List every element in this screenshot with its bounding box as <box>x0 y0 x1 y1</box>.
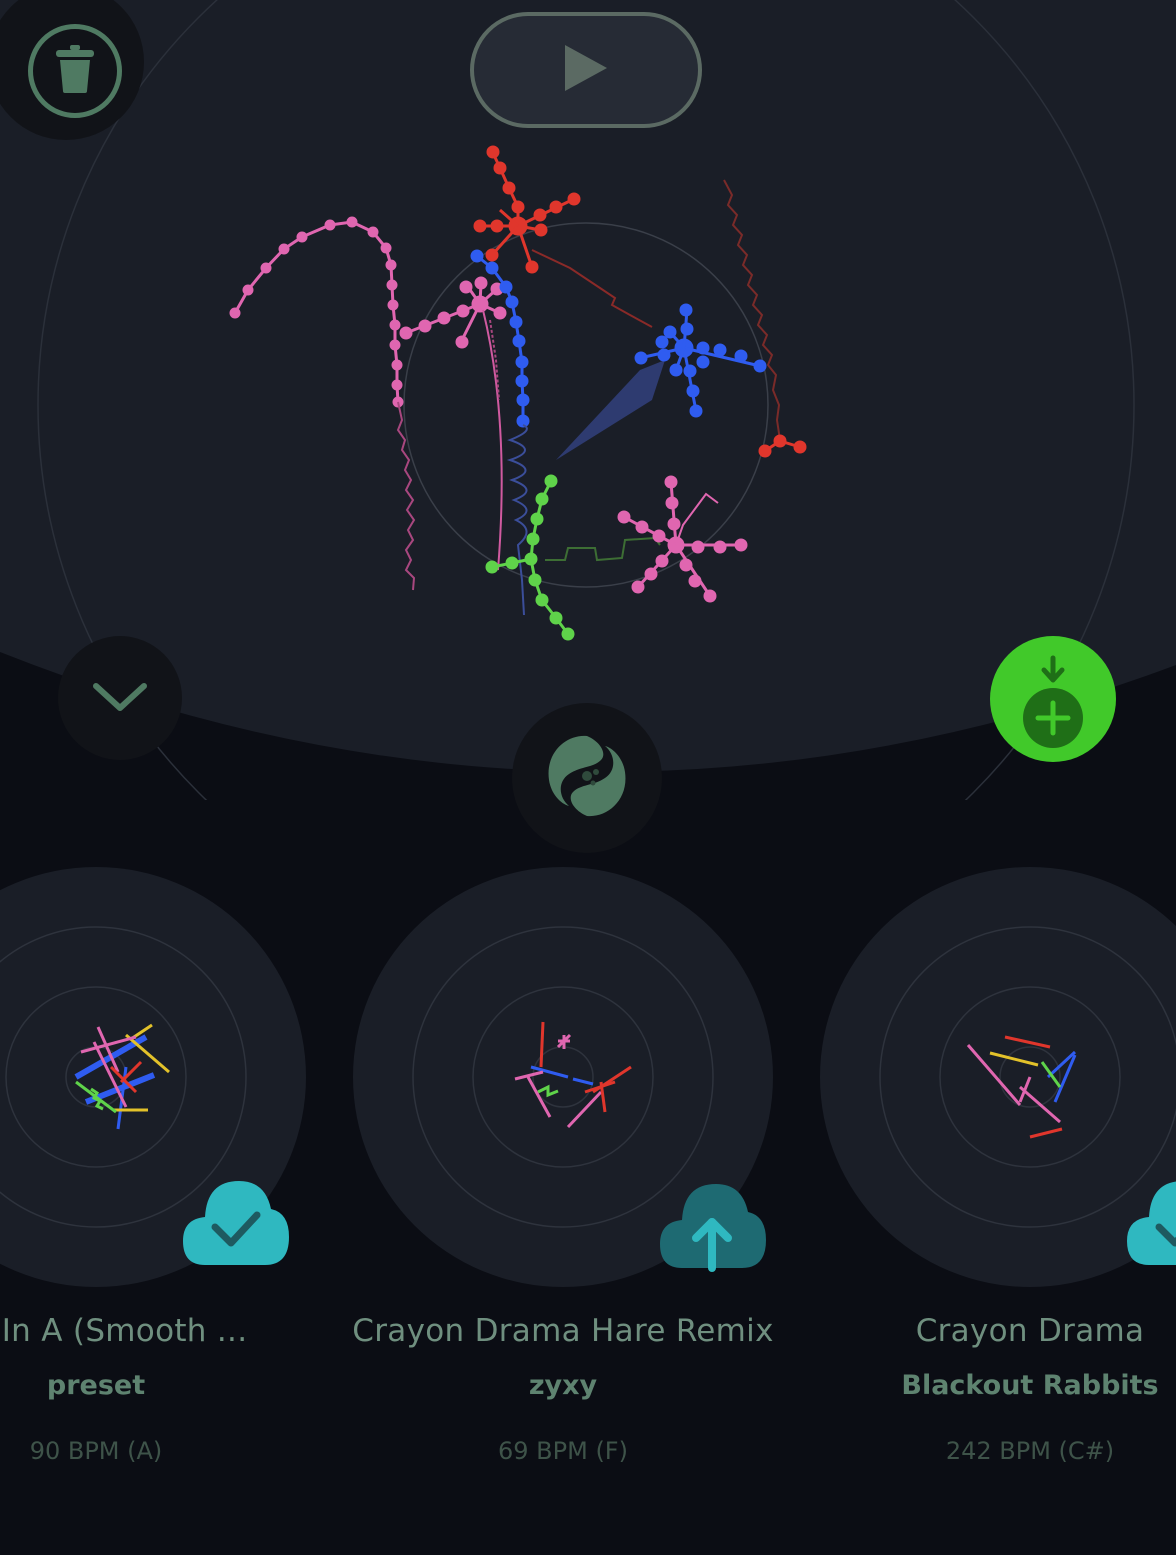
trash-icon <box>56 45 94 97</box>
cloud-check-icon <box>181 1181 291 1273</box>
cloud-upload-icon <box>658 1184 768 1276</box>
cloud-status-button[interactable] <box>658 1182 768 1272</box>
pattern-title: ms In A (Smooth ... <box>0 1313 248 1349</box>
cloud-check-icon <box>1125 1181 1176 1273</box>
pattern-author: zyxy <box>528 1370 598 1401</box>
pattern-title: Crayon Drama Hare Remix <box>352 1313 774 1349</box>
pattern-author: preset <box>46 1370 146 1401</box>
collapse-button[interactable] <box>58 636 182 760</box>
cloud-status-button[interactable] <box>1125 1179 1176 1269</box>
cloud-status-button[interactable] <box>181 1179 291 1269</box>
brand-logo-button[interactable] <box>512 703 662 853</box>
app-root: ms In A (Smooth ... preset 90 BPM (A) <box>0 0 1176 1555</box>
pattern-thumbnail[interactable] <box>820 867 1176 1287</box>
play-icon <box>563 43 609 97</box>
pattern-bpm: 69 BPM (F) <box>498 1437 628 1465</box>
pattern-title: Crayon Drama <box>915 1313 1145 1349</box>
carousel-card[interactable]: ms In A (Smooth ... preset 90 BPM (A) <box>0 867 306 1507</box>
carousel-card[interactable]: Crayon Drama Hare Remix zyxy 69 BPM (F) <box>352 867 773 1507</box>
download-add-button[interactable] <box>990 636 1116 762</box>
pattern-bpm: 90 BPM (A) <box>29 1437 163 1465</box>
carousel-card[interactable]: Crayon Drama Blackout Rabbits 242 BPM (C… <box>820 867 1176 1507</box>
play-button[interactable] <box>470 12 702 128</box>
yin-yang-logo-icon <box>539 728 635 828</box>
pattern-bpm: 242 BPM (C#) <box>945 1437 1115 1465</box>
delete-ring <box>28 24 122 118</box>
pattern-author: Blackout Rabbits <box>901 1370 1159 1401</box>
download-add-icon <box>1013 642 1093 756</box>
chevron-down-icon <box>90 676 150 720</box>
